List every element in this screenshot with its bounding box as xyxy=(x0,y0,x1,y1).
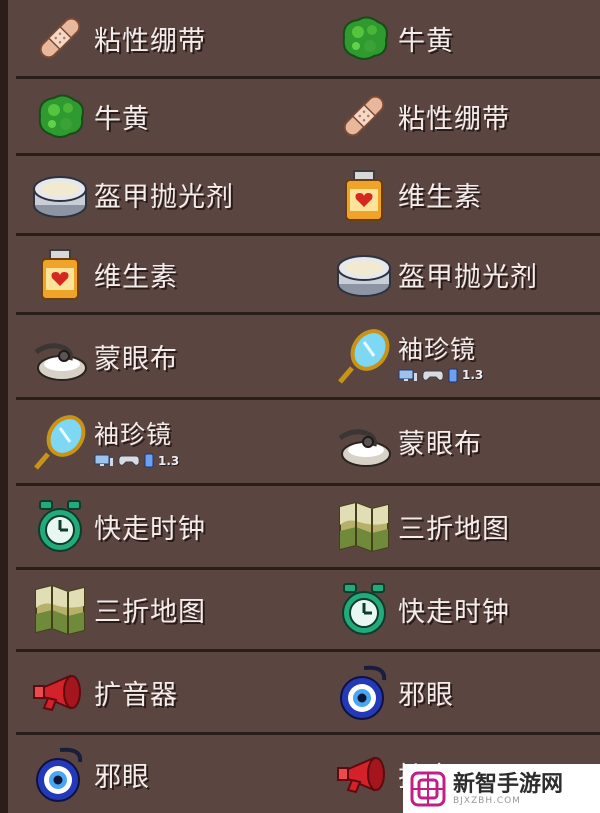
item-label: 袖珍镜 xyxy=(94,420,173,449)
item-grid: 粘性绷带 牛黄 牛黄 粘性绷带 盔甲抛光剂 维生素 维生素 盔甲抛光剂 蒙眼布 袖珍镜 1.3 袖珍… xyxy=(0,0,600,813)
evil-eye-icon xyxy=(30,744,90,804)
bandage-icon xyxy=(30,8,90,68)
watermark-title: 新智手游网 xyxy=(453,770,564,797)
platform-badges: 1.3 xyxy=(398,368,483,383)
item-label: 邪眼 xyxy=(94,761,150,793)
blindfold-icon xyxy=(30,326,90,386)
pc-icon xyxy=(398,369,417,381)
item-right[interactable]: 牛黄 xyxy=(334,0,600,76)
nail-polish-icon xyxy=(30,165,90,225)
item-label: 袖珍镜 xyxy=(398,334,477,364)
item-left[interactable]: 袖珍镜 1.3 xyxy=(30,400,320,483)
platform-badges: 1.3 xyxy=(94,453,179,468)
item-row: 粘性绷带 牛黄 xyxy=(16,0,600,79)
item-label: 盔甲抛光剂 xyxy=(94,182,234,213)
megaphone-icon xyxy=(30,662,90,722)
item-row: 维生素 盔甲抛光剂 xyxy=(16,236,600,315)
item-label: 维生素 xyxy=(94,261,178,293)
vitamins-icon xyxy=(334,165,394,225)
item-right[interactable]: 盔甲抛光剂 xyxy=(334,236,600,312)
item-left[interactable]: 扩音器 xyxy=(30,652,320,732)
item-row: 扩音器 邪眼 xyxy=(16,652,600,735)
item-label: 维生素 xyxy=(398,182,482,213)
item-label: 蒙眼布 xyxy=(94,343,178,375)
item-right[interactable]: 邪眼 xyxy=(334,652,600,732)
item-row: 盔甲抛光剂 维生素 xyxy=(16,156,600,236)
item-right[interactable]: 蒙眼布 xyxy=(334,400,600,483)
item-label: 快走时钟 xyxy=(94,514,206,545)
item-right[interactable]: 快走时钟 xyxy=(334,570,600,649)
bandage-icon xyxy=(334,86,394,146)
trifold-map-icon xyxy=(334,497,394,557)
nail-polish-icon xyxy=(334,244,394,304)
item-left[interactable]: 蒙眼布 xyxy=(30,315,320,397)
version-badge: 1.3 xyxy=(158,453,180,468)
trifold-map-icon xyxy=(30,580,90,640)
mobile-icon xyxy=(144,453,154,468)
item-left[interactable]: 三折地图 xyxy=(30,570,320,649)
item-label: 快走时钟 xyxy=(398,597,510,628)
bezoar-icon xyxy=(334,8,394,68)
megaphone-icon xyxy=(334,744,394,804)
item-left[interactable]: 牛黄 xyxy=(30,79,320,153)
pc-icon xyxy=(94,454,113,466)
item-label: 牛黄 xyxy=(398,25,454,57)
item-label: 三折地图 xyxy=(398,514,510,545)
item-row: 三折地图 快走时钟 xyxy=(16,570,600,652)
fast-clock-icon xyxy=(30,497,90,557)
item-left[interactable]: 维生素 xyxy=(30,236,320,312)
item-left[interactable]: 快走时钟 xyxy=(30,486,320,567)
item-right[interactable]: 袖珍镜 1.3 xyxy=(334,315,600,397)
item-row: 牛黄 粘性绷带 xyxy=(16,79,600,156)
pocket-mirror-icon xyxy=(30,412,90,472)
pocket-mirror-icon xyxy=(334,326,394,386)
item-left[interactable]: 邪眼 xyxy=(30,735,320,813)
item-label: 盔甲抛光剂 xyxy=(398,261,538,293)
mobile-icon xyxy=(448,368,458,382)
watermark-logo-icon xyxy=(410,771,446,806)
item-left[interactable]: 盔甲抛光剂 xyxy=(30,156,320,233)
item-label-group: 袖珍镜 1.3 xyxy=(398,330,483,383)
controller-icon xyxy=(422,370,444,381)
vitamins-icon xyxy=(30,244,90,304)
item-left[interactable]: 粘性绷带 xyxy=(30,0,320,76)
version-badge: 1.3 xyxy=(462,368,484,382)
item-label: 扩音器 xyxy=(94,679,178,711)
item-right[interactable]: 粘性绷带 xyxy=(334,79,600,153)
blindfold-icon xyxy=(334,412,394,472)
item-label: 邪眼 xyxy=(398,679,454,711)
item-label: 粘性绷带 xyxy=(398,103,510,135)
item-row: 蒙眼布 袖珍镜 1.3 xyxy=(16,315,600,400)
bezoar-icon xyxy=(30,86,90,146)
item-right[interactable]: 三折地图 xyxy=(334,486,600,567)
watermark: 新智手游网 BJXZBH.COM xyxy=(403,764,600,813)
item-label: 粘性绷带 xyxy=(94,25,206,57)
item-label: 蒙眼布 xyxy=(398,429,482,460)
watermark-subtitle: BJXZBH.COM xyxy=(453,795,521,806)
controller-icon xyxy=(118,455,140,466)
fast-clock-icon xyxy=(334,580,394,640)
item-label-group: 袖珍镜 1.3 xyxy=(94,415,179,468)
item-label: 三折地图 xyxy=(94,597,206,628)
item-row: 快走时钟 三折地图 xyxy=(16,486,600,570)
item-label: 牛黄 xyxy=(94,103,150,135)
evil-eye-icon xyxy=(334,662,394,722)
item-row: 袖珍镜 1.3 蒙眼布 xyxy=(16,400,600,486)
item-right[interactable]: 维生素 xyxy=(334,156,600,233)
